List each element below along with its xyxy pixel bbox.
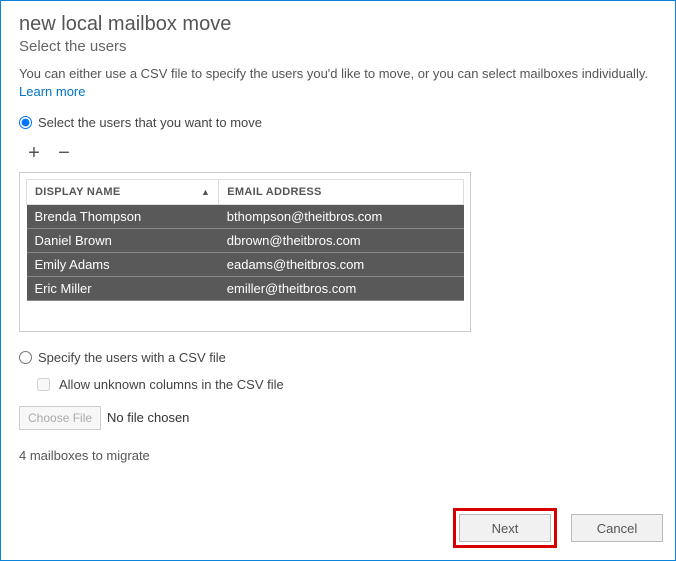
table-row[interactable]: Eric Miller emiller@theitbros.com [27,277,464,301]
users-table-container: DISPLAY NAME ▲ EMAIL ADDRESS Brenda Thom… [19,172,471,332]
radio-csv-row[interactable]: Specify the users with a CSV file [19,350,657,365]
page-title: new local mailbox move [19,13,657,36]
sort-asc-icon: ▲ [201,187,210,197]
radio-csv-label: Specify the users with a CSV file [38,350,226,365]
status-line: 4 mailboxes to migrate [19,448,657,463]
wizard-footer: Next Cancel [453,508,663,548]
file-picker-row: Choose File No file chosen [19,406,657,430]
table-empty-row [27,301,464,325]
allow-unknown-row[interactable]: Allow unknown columns in the CSV file [33,375,657,394]
table-row[interactable]: Daniel Brown dbrown@theitbros.com [27,229,464,253]
user-toolbar: + − [19,136,657,172]
col-display-name-label: DISPLAY NAME [35,186,121,198]
description-text: You can either use a CSV file to specify… [19,66,648,81]
col-display-name[interactable]: DISPLAY NAME ▲ [27,180,219,205]
next-button[interactable]: Next [459,514,551,542]
choose-file-button[interactable]: Choose File [19,406,101,430]
add-user-button[interactable]: + [23,142,45,164]
cell-email: dbrown@theitbros.com [219,229,464,253]
cell-name: Eric Miller [27,277,219,301]
radio-select-users[interactable] [19,116,32,129]
radio-csv[interactable] [19,351,32,364]
radio-select-users-row[interactable]: Select the users that you want to move [19,115,657,130]
file-chosen-label: No file chosen [107,410,189,425]
cell-email: emiller@theitbros.com [219,277,464,301]
col-email[interactable]: EMAIL ADDRESS [219,180,464,205]
cell-email: eadams@theitbros.com [219,253,464,277]
page-description: You can either use a CSV file to specify… [19,65,657,101]
allow-unknown-label: Allow unknown columns in the CSV file [59,377,284,392]
csv-section: Specify the users with a CSV file Allow … [19,350,657,430]
learn-more-link[interactable]: Learn more [19,84,85,99]
cancel-button[interactable]: Cancel [571,514,663,542]
remove-user-button[interactable]: − [53,142,75,164]
radio-select-users-label: Select the users that you want to move [38,115,262,130]
cell-name: Emily Adams [27,253,219,277]
next-button-highlight: Next [453,508,557,548]
col-email-label: EMAIL ADDRESS [227,186,321,198]
cell-name: Brenda Thompson [27,205,219,229]
plus-icon: + [28,143,40,163]
table-row[interactable]: Emily Adams eadams@theitbros.com [27,253,464,277]
users-table: DISPLAY NAME ▲ EMAIL ADDRESS Brenda Thom… [26,179,464,325]
table-row[interactable]: Brenda Thompson bthompson@theitbros.com [27,205,464,229]
checkbox-allow-unknown[interactable] [37,378,50,391]
page-subtitle: Select the users [19,38,657,55]
wizard-window: new local mailbox move Select the users … [0,0,676,561]
minus-icon: − [58,143,70,163]
cell-email: bthompson@theitbros.com [219,205,464,229]
cell-name: Daniel Brown [27,229,219,253]
